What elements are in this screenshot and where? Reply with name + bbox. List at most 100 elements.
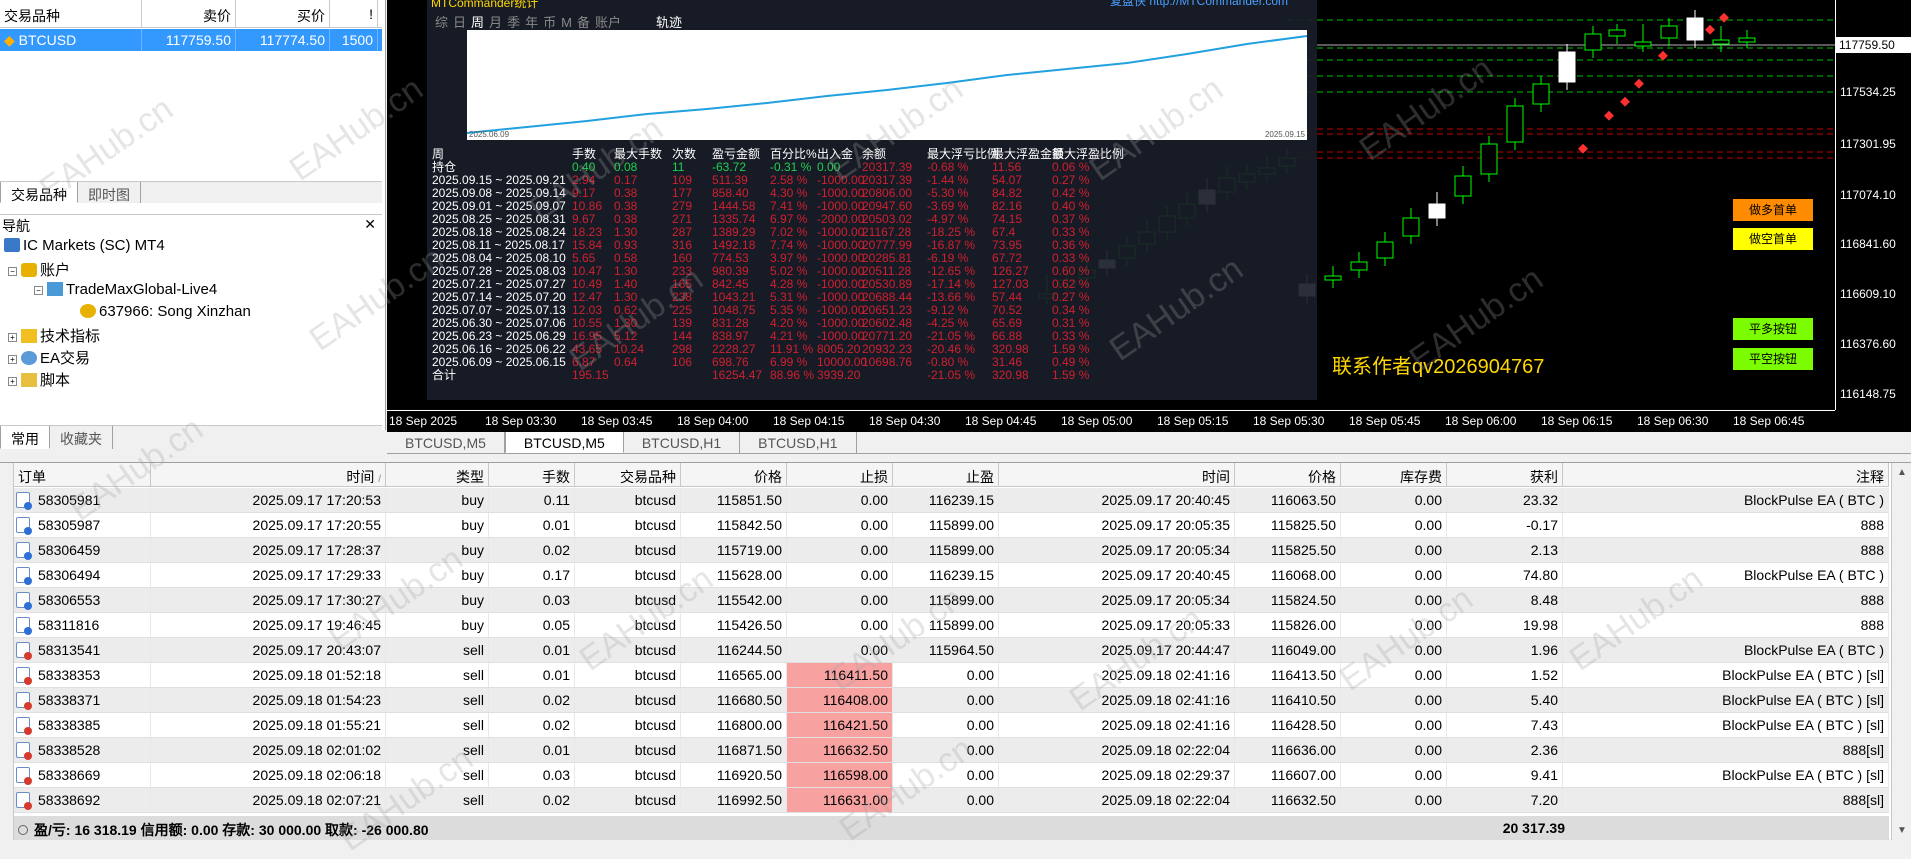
table-row[interactable]: 58313541 2025.09.17 20:43:07 sell 0.01 btcus… [14, 638, 1889, 663]
time-tick-label: 18 Sep 04:00 [677, 414, 749, 428]
expand-icon[interactable]: + [8, 333, 17, 342]
cell-ctime: 2025.09.17 20:05:34 [999, 538, 1235, 562]
table-row[interactable]: 58305981 2025.09.17 17:20:53 buy 0.11 btcusd… [14, 488, 1889, 513]
scroll-down-icon[interactable]: ▼ [1897, 825, 1907, 836]
ask-cell: 117774.50 [236, 29, 330, 51]
col-swap[interactable]: 库存费 [1341, 463, 1447, 486]
cell-comment: BlockPulse EA ( BTC ) [sl] [1563, 688, 1889, 712]
close-short-button[interactable]: 平空按钮 [1733, 348, 1813, 370]
col-bid[interactable]: 卖价 [142, 0, 236, 27]
table-row[interactable]: 58338669 2025.09.18 02:06:18 sell 0.03 btcus… [14, 763, 1889, 788]
col-order[interactable]: 订单 [14, 463, 151, 486]
time-axis[interactable]: 18 Sep 2025 18 Sep 03:30 18 Sep 03:45 18 Se… [387, 410, 1835, 432]
cell-symbol: btcusd [575, 738, 681, 762]
close-long-button[interactable]: 平多按钮 [1733, 318, 1813, 340]
col-symbol[interactable]: 交易品种 [0, 0, 142, 27]
short-first-button[interactable]: 做空首单 [1733, 228, 1813, 250]
col-comment[interactable]: 注释 [1563, 463, 1889, 486]
cell-lots: 0.02 [489, 713, 575, 737]
cell-type: sell [386, 788, 489, 812]
col-close-time[interactable]: 时间 [999, 463, 1235, 486]
col-close-price[interactable]: 价格 [1235, 463, 1341, 486]
chart-tab-4[interactable]: BTCUSD,H1 [740, 432, 857, 453]
table-row[interactable]: 58306459 2025.09.17 17:28:37 buy 0.02 btcusd… [14, 538, 1889, 563]
table-row[interactable]: 58306553 2025.09.17 17:30:27 buy 0.03 btcusd… [14, 588, 1889, 613]
stats-tab[interactable]: M [561, 15, 572, 30]
cell-cprice: 116632.50 [1235, 788, 1341, 812]
tree-broker[interactable]: IC Markets (SC) MT4 [4, 237, 165, 254]
tree-indicators[interactable]: + 技术指标 [8, 325, 100, 346]
table-row[interactable]: 58338385 2025.09.18 01:55:21 sell 0.02 btcus… [14, 713, 1889, 738]
stats-tab[interactable]: 备 [577, 15, 590, 30]
tab-common[interactable]: 常用 [0, 426, 50, 449]
col-symbol[interactable]: 交易品种 [575, 463, 681, 486]
stats-tab[interactable]: 周 [471, 15, 484, 30]
col-profit[interactable]: 获利 [1447, 463, 1563, 486]
cell-profit: 23.32 [1447, 488, 1563, 512]
chart-tab-1[interactable]: BTCUSD,M5 [387, 432, 505, 453]
col-spread[interactable]: ! [330, 0, 378, 27]
col-price[interactable]: 价格 [681, 463, 787, 486]
stats-tab[interactable]: 币 [543, 15, 556, 30]
col-lots[interactable]: 手数 [489, 463, 575, 486]
buy-order-icon [16, 492, 32, 510]
cell-ctime: 2025.09.17 20:05:33 [999, 613, 1235, 637]
chart-tab-2[interactable]: BTCUSD,M5 [504, 432, 624, 453]
long-first-button[interactable]: 做多首单 [1733, 199, 1813, 221]
cell-profit: 74.80 [1447, 563, 1563, 587]
close-icon[interactable]: ✕ [364, 216, 376, 233]
cell-comment: BlockPulse EA ( BTC ) [sl] [1563, 763, 1889, 787]
vertical-scrollbar[interactable]: ▲ ▼ [1891, 463, 1911, 840]
table-row[interactable]: 58311816 2025.09.17 19:46:45 buy 0.05 btcusd… [14, 613, 1889, 638]
collapse-icon[interactable]: − [34, 286, 43, 295]
tree-experts[interactable]: + EA交易 [8, 347, 90, 368]
table-row[interactable]: 58306494 2025.09.17 17:29:33 buy 0.17 btcusd… [14, 563, 1889, 588]
stats-tab[interactable]: 日 [453, 15, 466, 30]
current-price-label: 117759.50 [1835, 37, 1911, 53]
table-row[interactable]: 58338353 2025.09.18 01:52:18 sell 0.01 btcus… [14, 663, 1889, 688]
tab-tick-chart[interactable]: 即时图 [78, 182, 141, 203]
stats-tab[interactable]: 综 [435, 15, 448, 30]
col-ask[interactable]: 买价 [236, 0, 330, 27]
price-chart[interactable]: MTCommander统计 综日周月季年币 M 备账户 轨迹 2025.06.09 2… [387, 0, 1911, 432]
col-tp[interactable]: 止盈 [893, 463, 999, 486]
table-row[interactable]: 58338371 2025.09.18 01:54:23 sell 0.02 btcus… [14, 688, 1889, 713]
buy-order-icon [16, 617, 32, 635]
table-row[interactable]: 58338692 2025.09.18 02:07:21 sell 0.02 btcus… [14, 788, 1889, 813]
table-row[interactable]: 58338528 2025.09.18 02:01:02 sell 0.01 btcus… [14, 738, 1889, 763]
col-type[interactable]: 类型 [386, 463, 489, 486]
expand-icon[interactable]: + [8, 355, 17, 364]
tab-favorites[interactable]: 收藏夹 [50, 426, 113, 449]
tree-accounts[interactable]: − 账户 [8, 259, 70, 280]
cell-comment: 888[sl] [1563, 738, 1889, 762]
tree-scripts[interactable]: + 脚本 [8, 369, 70, 390]
tree-server[interactable]: − TradeMaxGlobal-Live4 [34, 281, 217, 298]
cell-tp: 0.00 [893, 738, 999, 762]
cell-tp: 0.00 [893, 688, 999, 712]
tab-symbols[interactable]: 交易品种 [0, 182, 78, 203]
col-open-time[interactable]: 时间 / [151, 463, 386, 486]
stats-tab[interactable]: 月 [489, 15, 502, 30]
stats-track-tab[interactable]: 轨迹 [656, 15, 682, 30]
cell-profit: 9.41 [1447, 763, 1563, 787]
candle-body [1660, 25, 1678, 39]
chart-tab-3[interactable]: BTCUSD,H1 [624, 432, 741, 453]
stats-tab[interactable]: 季 [507, 15, 520, 30]
cell-lots: 0.02 [489, 538, 575, 562]
table-row[interactable]: 58305987 2025.09.17 17:20:55 buy 0.01 btcusd… [14, 513, 1889, 538]
cell-price: 116871.50 [681, 738, 787, 762]
stats-tab[interactable]: 账户 [595, 15, 621, 30]
cell-ctime: 2025.09.17 20:40:45 [999, 488, 1235, 512]
price-axis[interactable]: 117534.25 117301.95 117074.10 116841.60 1166… [1835, 0, 1911, 410]
terminal-side-bar [0, 463, 14, 840]
cell-sl: 0.00 [787, 513, 893, 537]
cell-comment: 888 [1563, 588, 1889, 612]
collapse-icon[interactable]: − [8, 267, 17, 276]
market-watch-row[interactable]: ◆ BTCUSD 117759.50 117774.50 1500 [0, 29, 382, 51]
stats-tab[interactable]: 年 [525, 15, 538, 30]
tree-account[interactable]: 637966: Song Xinzhan [80, 303, 251, 320]
expand-icon[interactable]: + [8, 377, 17, 386]
scroll-up-icon[interactable]: ▲ [1897, 467, 1907, 478]
col-sl[interactable]: 止损 [787, 463, 893, 486]
cell-order: 58305981 [14, 488, 151, 512]
